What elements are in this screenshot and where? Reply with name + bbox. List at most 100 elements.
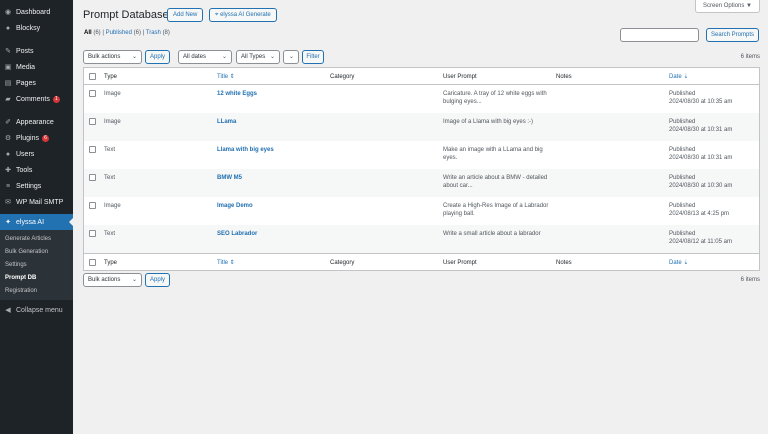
row-title-link[interactable]: Llama with big eyes bbox=[217, 146, 274, 154]
view-all[interactable]: All (6) bbox=[84, 30, 101, 36]
collapse-label: Collapse menu bbox=[16, 306, 63, 314]
admin-sidebar: ◉ Dashboard ● Blocksy ✎ Posts ▣ Media ▤ Pages… bbox=[0, 0, 73, 434]
column-category: Category bbox=[330, 74, 355, 80]
types-select[interactable]: All Types ⌄ bbox=[236, 50, 280, 64]
submenu-bulk-generation[interactable]: Bulk Generation bbox=[0, 246, 73, 259]
view-trash[interactable]: Trash (8) bbox=[146, 30, 170, 36]
menu-item-media[interactable]: ▣ Media bbox=[0, 59, 73, 75]
menu-label: Users bbox=[16, 150, 35, 158]
bulk-actions-select-bottom[interactable]: Bulk actions ⌄ bbox=[83, 273, 142, 287]
view-trash-count: (8) bbox=[162, 30, 170, 36]
column-date-sortable[interactable]: Date ⇣ bbox=[669, 73, 759, 81]
dates-select[interactable]: All dates ⌄ bbox=[178, 50, 232, 64]
plugins-count-badge: 6 bbox=[41, 134, 49, 142]
table-row: Text BMW M5 Write an article about a BMW… bbox=[84, 169, 759, 197]
apply-button-top[interactable]: Apply bbox=[145, 50, 170, 64]
column-date-sortable[interactable]: Date ⇣ bbox=[669, 259, 759, 267]
row-checkbox[interactable] bbox=[89, 202, 96, 209]
row-title-link[interactable]: 12 white Eggs bbox=[217, 90, 257, 98]
submenu-generate-articles[interactable]: Generate Articles bbox=[0, 233, 73, 246]
mail-icon: ✉ bbox=[5, 199, 11, 206]
filter-button[interactable]: Filter bbox=[302, 50, 324, 64]
users-icon: ● bbox=[5, 150, 11, 158]
menu-item-blocksy[interactable]: ● Blocksy bbox=[0, 20, 73, 36]
media-icon: ▣ bbox=[4, 64, 12, 71]
menu-label: Settings bbox=[16, 182, 42, 190]
dates-value: All dates bbox=[183, 54, 207, 60]
menu-item-tools[interactable]: ✚ Tools bbox=[0, 162, 73, 178]
view-published[interactable]: Published (6) bbox=[106, 30, 141, 36]
select-all-checkbox[interactable] bbox=[89, 73, 96, 80]
bulk-actions-select-top[interactable]: Bulk actions ⌄ bbox=[83, 50, 142, 64]
menu-label: Comments bbox=[16, 95, 50, 103]
row-type: Text bbox=[104, 175, 116, 181]
menu-item-users[interactable]: ● Users bbox=[0, 146, 73, 162]
extra-select[interactable]: ⌄ bbox=[283, 50, 299, 64]
row-date-value: 2024/08/13 at 4:25 pm bbox=[669, 211, 730, 217]
elyssa-submenu: Generate Articles Bulk Generation Settin… bbox=[0, 230, 73, 300]
menu-item-plugins[interactable]: ⚙ Plugins 6 bbox=[0, 130, 73, 146]
view-all-count: (6) bbox=[93, 30, 101, 36]
row-status: Published bbox=[669, 91, 696, 97]
status-views: All (6) | Published (6) | Trash (8) bbox=[84, 30, 170, 36]
dashboard-icon: ◉ bbox=[4, 9, 12, 16]
plugins-icon: ⚙ bbox=[4, 135, 12, 142]
screen-options-button[interactable]: Screen Options ▼ bbox=[695, 0, 760, 13]
table-row: Image 12 white Eggs Caricature. A tray o… bbox=[84, 85, 759, 113]
row-title-link[interactable]: BMW M5 bbox=[217, 174, 242, 182]
row-user-prompt: Create a High-Res Image of a Labrador pl… bbox=[443, 203, 549, 217]
page-title: Prompt Database bbox=[83, 9, 169, 21]
submenu-settings[interactable]: Settings bbox=[0, 259, 73, 272]
submenu-registration[interactable]: Registration bbox=[0, 285, 73, 298]
chevron-down-icon: ⌄ bbox=[131, 54, 137, 60]
view-all-label: All bbox=[84, 30, 92, 36]
row-checkbox[interactable] bbox=[89, 146, 96, 153]
table-footer-row: Type Title ⇕ Category User Prompt Notes … bbox=[84, 253, 759, 270]
row-checkbox[interactable] bbox=[89, 174, 96, 181]
row-title-link[interactable]: LLama bbox=[217, 118, 236, 126]
main-content: Screen Options ▼ Prompt Database Add New… bbox=[73, 0, 768, 434]
table-row: Text Llama with big eyes Make an image w… bbox=[84, 141, 759, 169]
row-user-prompt: Caricature. A tray of 12 white eggs with… bbox=[443, 91, 547, 105]
row-date-value: 2024/08/30 at 10:31 am bbox=[669, 127, 733, 133]
add-new-button[interactable]: Add New bbox=[167, 8, 204, 22]
sparkle-icon: ✦ bbox=[5, 219, 11, 226]
menu-item-posts[interactable]: ✎ Posts bbox=[0, 43, 73, 59]
column-title-sortable[interactable]: Title ⇕ bbox=[217, 259, 235, 267]
select-all-checkbox-footer[interactable] bbox=[89, 259, 96, 266]
row-date: Published 2024/08/30 at 10:30 am bbox=[669, 174, 759, 190]
search-input[interactable] bbox=[620, 28, 699, 42]
row-status: Published bbox=[669, 175, 696, 181]
row-date: Published 2024/08/30 at 10:31 am bbox=[669, 146, 759, 162]
table-row: Text SEO Labrador Write a small article … bbox=[84, 225, 759, 253]
row-checkbox[interactable] bbox=[89, 90, 96, 97]
search-prompts-button[interactable]: Search Prompts bbox=[706, 28, 759, 42]
row-checkbox[interactable] bbox=[89, 230, 96, 237]
wand-icon: ⌖ bbox=[215, 12, 219, 18]
collapse-menu-button[interactable]: ◀ Collapse menu bbox=[0, 302, 73, 318]
chevron-down-icon: ⌄ bbox=[288, 54, 294, 60]
elyssa-generate-button[interactable]: ⌖ elyssa AI Generate bbox=[209, 8, 277, 22]
row-type: Image bbox=[104, 119, 121, 125]
column-title-sortable[interactable]: Title ⇕ bbox=[217, 73, 235, 81]
submenu-prompt-db[interactable]: Prompt DB bbox=[0, 272, 73, 285]
row-title-link[interactable]: Image Demo bbox=[217, 202, 253, 210]
menu-item-appearance[interactable]: ✐ Appearance bbox=[0, 114, 73, 130]
menu-item-elyssa-ai[interactable]: ✦ elyssa AI bbox=[0, 214, 73, 230]
menu-item-pages[interactable]: ▤ Pages bbox=[0, 75, 73, 91]
view-separator: | bbox=[102, 30, 104, 36]
row-status: Published bbox=[669, 231, 696, 237]
menu-item-comments[interactable]: ▰ Comments 1 bbox=[0, 91, 73, 107]
brush-icon: ✐ bbox=[5, 119, 11, 126]
row-checkbox[interactable] bbox=[89, 118, 96, 125]
apply-button-bottom[interactable]: Apply bbox=[145, 273, 170, 287]
menu-label: Dashboard bbox=[16, 8, 51, 16]
table-row: Image LLama Image of a Llama with big ey… bbox=[84, 113, 759, 141]
menu-label: WP Mail SMTP bbox=[16, 198, 64, 206]
prompts-table: Type Title ⇕ Category User Prompt Notes … bbox=[83, 67, 760, 271]
menu-item-wp-mail-smtp[interactable]: ✉ WP Mail SMTP bbox=[0, 194, 73, 210]
menu-item-settings[interactable]: ≡ Settings bbox=[0, 178, 73, 194]
menu-label: Media bbox=[16, 63, 36, 71]
menu-item-dashboard[interactable]: ◉ Dashboard bbox=[0, 4, 73, 20]
row-title-link[interactable]: SEO Labrador bbox=[217, 230, 257, 238]
